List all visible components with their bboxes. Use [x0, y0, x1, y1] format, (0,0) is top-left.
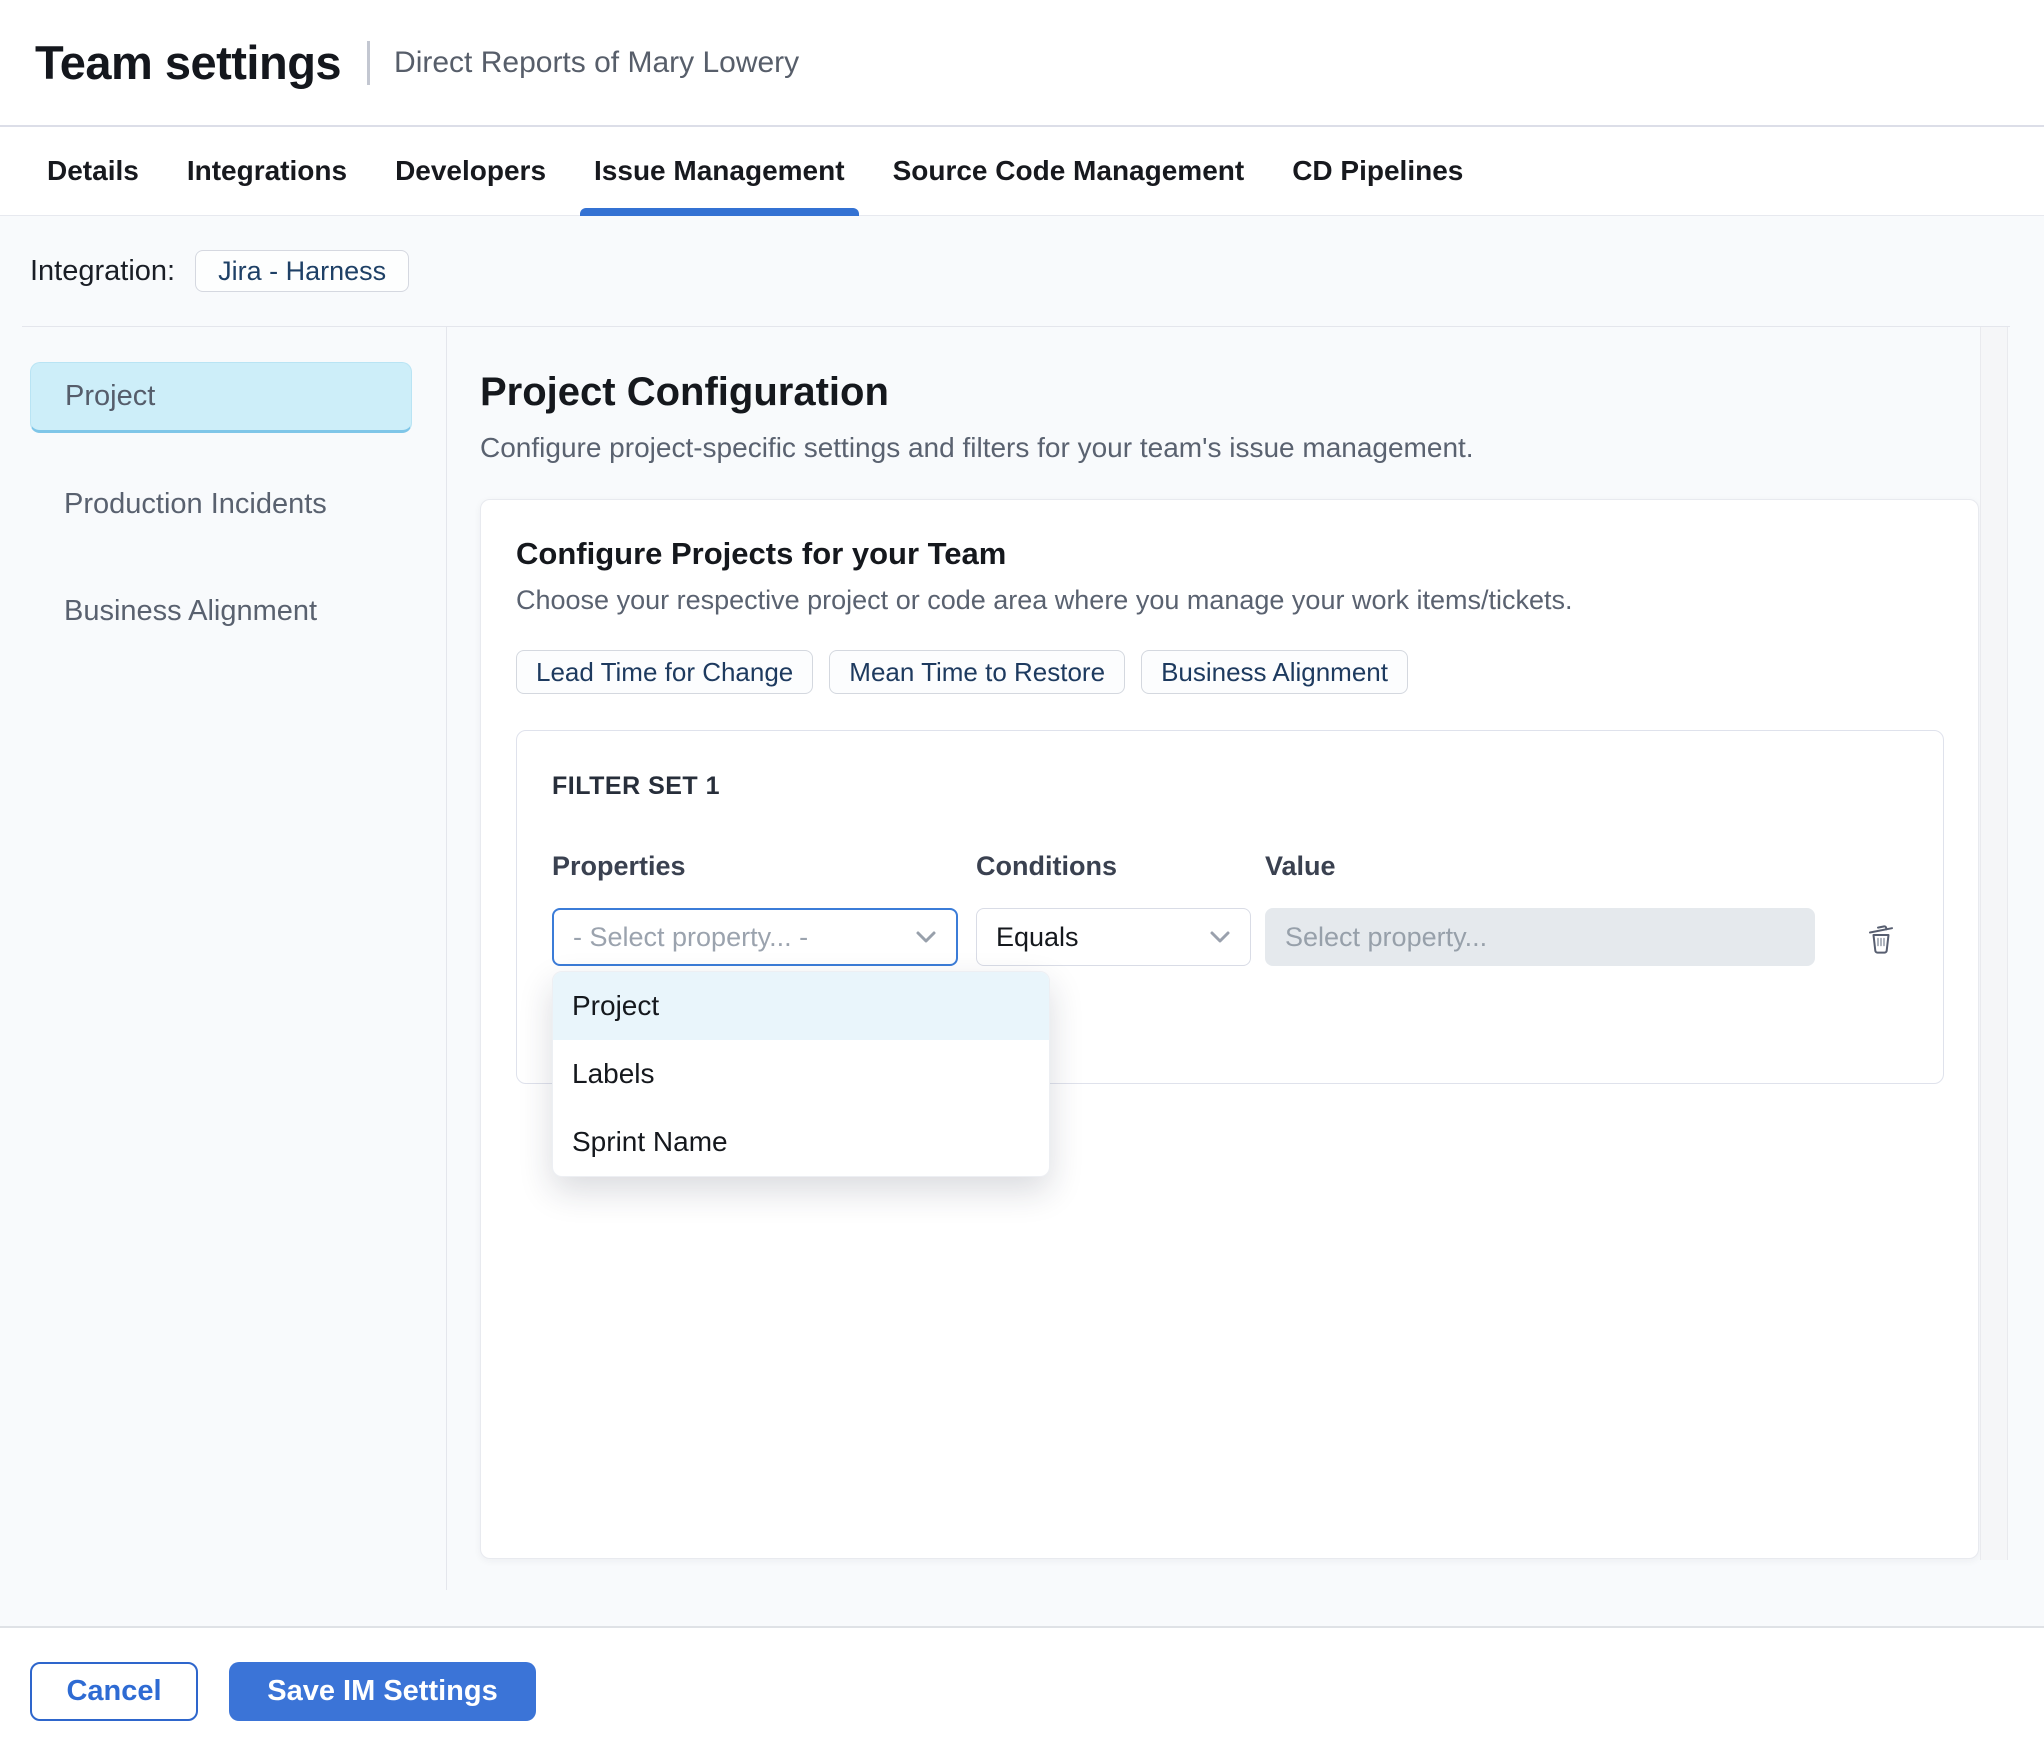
tab-details[interactable]: Details	[33, 127, 153, 215]
sidebar-item-production-incidents[interactable]: Production Incidents	[30, 469, 412, 540]
content-scrollbar[interactable]	[1980, 327, 2008, 1560]
card-title: Configure Projects for your Team	[516, 536, 1007, 571]
card-subtitle: Choose your respective project or code a…	[516, 585, 1573, 615]
properties-select-placeholder: - Select property... -	[573, 921, 809, 952]
page-header: Team settings Direct Reports of Mary Low…	[0, 0, 2044, 127]
conditions-label: Conditions	[976, 851, 1117, 881]
chip-business-alignment[interactable]: Business Alignment	[1141, 650, 1408, 694]
tab-panel-issue-management: Integration: Jira - Harness Project Prod…	[0, 216, 2044, 1626]
section-description: Configure project-specific settings and …	[480, 432, 1474, 463]
section-title: Project Configuration	[480, 370, 889, 414]
properties-select[interactable]: - Select property... -	[552, 908, 958, 966]
chip-mean-time-to-restore[interactable]: Mean Time to Restore	[829, 650, 1126, 694]
trash-icon	[1869, 925, 1893, 954]
dropdown-option-sprint-name[interactable]: Sprint Name	[553, 1108, 1049, 1176]
integration-label: Integration:	[30, 254, 176, 287]
tab-bar: Details Integrations Developers Issue Ma…	[0, 127, 2044, 216]
value-column: Value	[1265, 851, 1815, 966]
properties-label: Properties	[552, 851, 686, 881]
page-subtitle: Direct Reports of Mary Lowery	[394, 45, 800, 79]
value-input[interactable]	[1265, 908, 1815, 966]
chevron-down-icon	[916, 931, 936, 943]
sidebar-item-project[interactable]: Project	[30, 362, 412, 433]
dropdown-option-project[interactable]: Project	[553, 972, 1049, 1040]
tab-source-code-management[interactable]: Source Code Management	[879, 127, 1259, 215]
settings-panes: Project Production Incidents Business Al…	[0, 327, 2044, 1590]
settings-sidebar: Project Production Incidents Business Al…	[22, 327, 447, 1590]
filter-row: Properties - Select property... - Projec…	[552, 851, 1943, 1177]
footer-actions: Cancel Save IM Settings	[0, 1626, 2044, 1752]
sidebar-item-business-alignment[interactable]: Business Alignment	[30, 576, 412, 647]
cancel-button[interactable]: Cancel	[30, 1662, 198, 1721]
tab-issue-management[interactable]: Issue Management	[580, 127, 859, 216]
value-label: Value	[1265, 851, 1336, 881]
conditions-select-value: Equals	[996, 921, 1079, 952]
properties-dropdown: Project Labels Sprint Name	[552, 971, 1050, 1177]
chip-lead-time-for-change[interactable]: Lead Time for Change	[516, 650, 814, 694]
configure-projects-card: Configure Projects for your Team Choose …	[480, 499, 1979, 1559]
tab-integrations[interactable]: Integrations	[173, 127, 361, 215]
title-separator	[367, 40, 371, 85]
metric-chips: Lead Time for Change Mean Time to Restor…	[516, 650, 1944, 694]
conditions-column: Conditions Equals	[976, 851, 1251, 966]
delete-filter-button[interactable]	[1864, 908, 1898, 966]
page-title: Team settings	[35, 36, 342, 89]
save-im-settings-button[interactable]: Save IM Settings	[229, 1662, 536, 1721]
properties-column: Properties - Select property... - Projec…	[552, 851, 1050, 1177]
project-configuration-panel: Project Configuration Configure project-…	[447, 327, 2044, 1590]
chevron-down-icon	[1210, 931, 1230, 943]
dropdown-option-labels[interactable]: Labels	[553, 1040, 1049, 1108]
filter-set-title: FILTER SET 1	[552, 772, 721, 800]
integration-chip[interactable]: Jira - Harness	[195, 250, 410, 292]
tab-developers[interactable]: Developers	[381, 127, 560, 215]
conditions-select[interactable]: Equals	[976, 908, 1251, 966]
filter-set-1: FILTER SET 1 Properties - Select propert…	[516, 730, 1944, 1177]
integration-row: Integration: Jira - Harness	[0, 216, 2044, 326]
tab-cd-pipelines[interactable]: CD Pipelines	[1278, 127, 1477, 215]
